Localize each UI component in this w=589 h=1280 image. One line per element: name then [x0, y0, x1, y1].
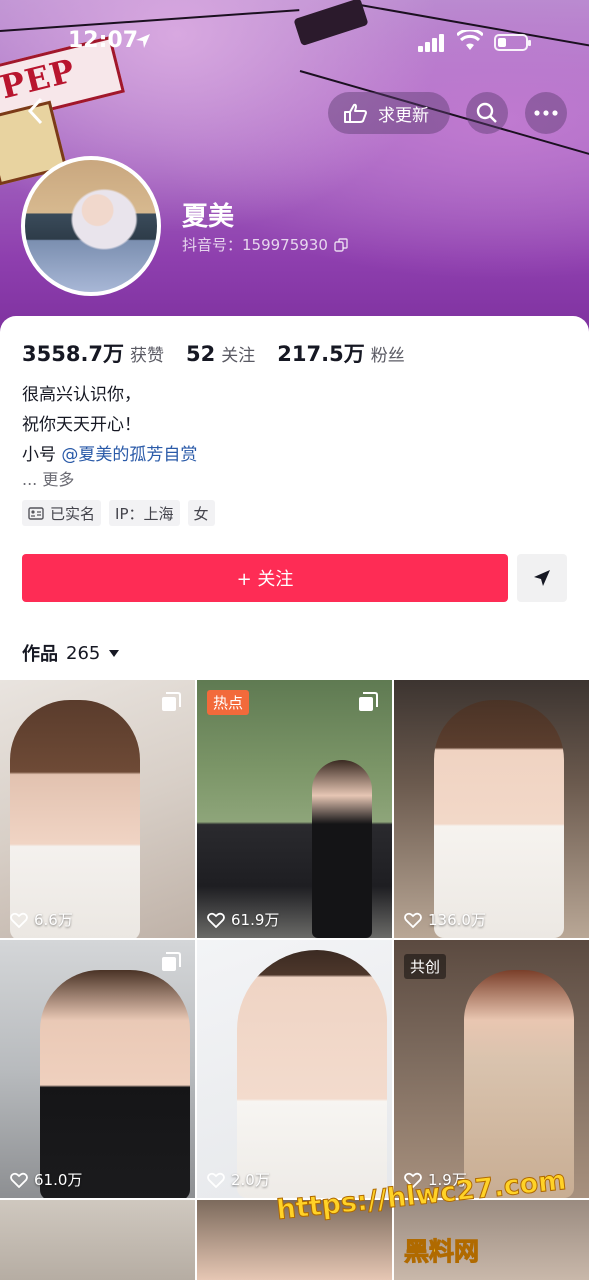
follow-button[interactable]: + 关注 [22, 554, 508, 602]
status-time: 12:07 [68, 28, 139, 53]
profile-avatar[interactable] [21, 156, 161, 296]
id-card-icon [28, 506, 44, 520]
heart-icon [404, 912, 422, 928]
video-thumbnail [237, 950, 387, 1198]
video-thumbnail [10, 700, 140, 938]
video-thumbnail [40, 970, 190, 1198]
battery-icon [494, 34, 531, 51]
co-create-badge: 共创 [404, 954, 447, 979]
profile-tags: 已实名 IP：上海 女 [22, 500, 215, 526]
works-label: 作品 [22, 644, 58, 665]
share-button[interactable] [517, 554, 567, 602]
bio-line: 祝你天天开心！ [22, 415, 141, 435]
location-arrow-icon [134, 32, 152, 55]
heart-icon [207, 912, 225, 928]
bio-mention-link[interactable]: @夏美的孤芳自赏 [61, 445, 197, 465]
copy-icon[interactable] [334, 237, 348, 252]
multi-image-icon [162, 952, 181, 971]
tag-label: 已实名 [50, 504, 96, 523]
stat-likes[interactable]: 3558.7万 获赞 [22, 338, 164, 368]
video-likes: 2.0万 [207, 1169, 270, 1190]
heart-icon [10, 912, 28, 928]
cellular-signal-icon [418, 34, 444, 52]
tag-verified: 已实名 [22, 500, 102, 526]
video-likes: 6.6万 [10, 909, 73, 930]
video-thumbnail [312, 760, 372, 938]
status-bar: 12:07 [0, 28, 589, 58]
video-tile[interactable] [0, 1200, 195, 1280]
video-tile[interactable]: 2.0万 [197, 940, 392, 1198]
follow-label: + 关注 [236, 569, 294, 590]
video-tile[interactable]: 61.0万 [0, 940, 195, 1198]
works-count: 265 [66, 642, 101, 664]
stat-value: 3558.7万 [22, 342, 125, 366]
caret-down-icon [109, 649, 120, 657]
profile-bio: 很高兴认识你， 祝你天天开心！ 小号 @夏美的孤芳自赏 [22, 380, 197, 470]
video-likes-count: 61.0万 [34, 1171, 83, 1189]
stat-following[interactable]: 52 关注 [186, 341, 255, 366]
stat-label: 获赞 [130, 346, 165, 366]
video-likes: 136.0万 [404, 909, 486, 930]
bio-line: 很高兴认识你， [22, 385, 141, 405]
request-update-label: 求更新 [378, 105, 429, 126]
back-button[interactable] [26, 96, 56, 132]
video-likes-count: 6.6万 [34, 911, 73, 929]
search-icon [476, 102, 497, 123]
tag-gender: 女 [187, 500, 215, 526]
video-thumbnail [434, 700, 564, 938]
tag-ip: IP：上海 [109, 500, 180, 526]
works-tab[interactable]: 作品 265 [22, 640, 120, 666]
video-tile[interactable]: 共创 1.9万 [394, 940, 589, 1198]
chevron-left-icon [27, 97, 43, 125]
video-likes: 61.0万 [10, 1169, 82, 1190]
tag-label: IP：上海 [115, 504, 174, 523]
heart-icon [10, 1172, 28, 1188]
request-update-button[interactable]: 求更新 [328, 92, 450, 134]
multi-image-icon [162, 692, 181, 711]
douyin-id: 抖音号：159975930 [182, 234, 348, 255]
more-options-button[interactable] [525, 92, 567, 134]
video-likes-count: 61.9万 [231, 911, 280, 929]
bio-more-button[interactable]: ... 更多 [22, 466, 74, 490]
douyin-id-text: 抖音号：159975930 [182, 236, 328, 254]
profile-name: 夏美 [182, 202, 235, 232]
bio-prefix: 小号 [22, 445, 62, 465]
video-likes-count: 136.0万 [428, 911, 486, 929]
stat-label: 关注 [221, 346, 256, 366]
stat-value: 52 [186, 342, 216, 366]
stat-label: 粉丝 [370, 346, 405, 366]
profile-stats: 3558.7万 获赞 52 关注 217.5万 粉丝 [22, 338, 427, 368]
stat-followers[interactable]: 217.5万 粉丝 [277, 338, 404, 368]
video-tile[interactable]: 热点 61.9万 [197, 680, 392, 938]
video-thumbnail [464, 970, 574, 1198]
search-button[interactable] [466, 92, 508, 134]
video-tile[interactable]: 136.0万 [394, 680, 589, 938]
heart-icon [207, 1172, 225, 1188]
stat-value: 217.5万 [277, 342, 365, 366]
video-likes-count: 2.0万 [231, 1171, 270, 1189]
pointing-hand-icon [344, 103, 367, 123]
send-arrow-icon [534, 570, 550, 586]
watermark-name: 黑料网 [403, 1237, 480, 1267]
battery-fill [498, 38, 506, 47]
multi-image-icon [359, 692, 378, 711]
wifi-icon [457, 30, 483, 50]
video-likes: 61.9万 [207, 909, 279, 930]
more-dots-icon [534, 110, 558, 116]
video-tile[interactable]: 6.6万 [0, 680, 195, 938]
tag-label: 女 [193, 504, 209, 523]
hot-badge: 热点 [207, 690, 250, 715]
